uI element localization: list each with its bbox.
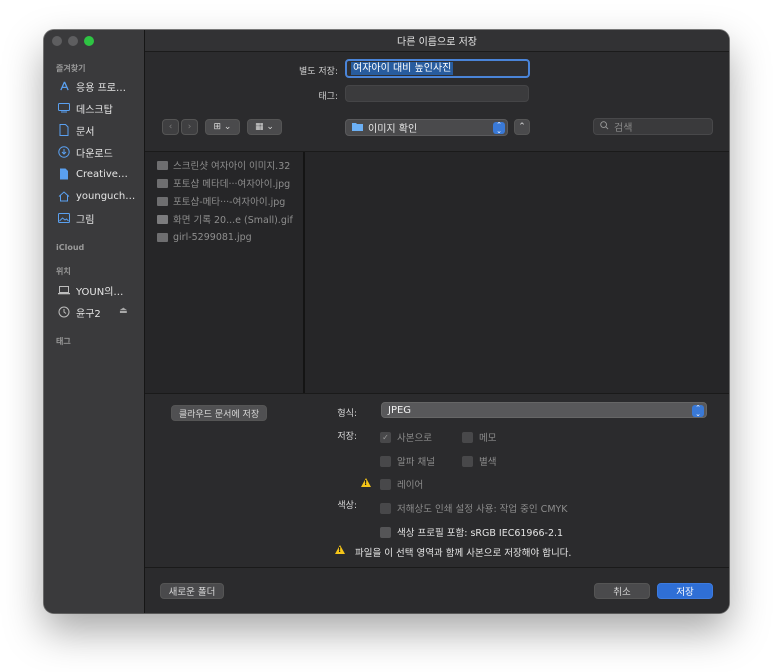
empty-column — [307, 152, 729, 393]
back-button[interactable]: ‹ — [162, 119, 179, 135]
search-field[interactable]: 검색 — [593, 118, 713, 135]
view-columns-button[interactable]: ⊞ ⌄ — [205, 119, 240, 135]
color-label: 색상: — [337, 501, 357, 511]
save-as-field[interactable]: 여자아이 대비 높인사진 — [345, 59, 530, 78]
spot-colors-checkbox[interactable]: 별색 — [462, 454, 496, 468]
sidebar-item-volume[interactable]: 윤구2 — [58, 303, 142, 321]
save-button[interactable]: 저장 — [657, 583, 713, 599]
warning-icon — [361, 478, 371, 487]
save-to-cloud-button[interactable]: 클라우드 문서에 저장 — [171, 405, 267, 421]
icc-profile-checkbox[interactable]: 색상 프로필 포함: sRGB IEC61966-2.1 — [380, 525, 563, 539]
tags-label: 태그: — [318, 92, 338, 102]
photo-icon — [58, 212, 70, 224]
sidebar-item-computer[interactable]: YOUN의… — [58, 281, 142, 299]
checkmark-icon: ✓ — [380, 431, 391, 443]
file-browser: 스크린샷 여자아이 이미지.32 포토샵 메타데···여자아이.jpg 포토샵-… — [145, 151, 729, 394]
zoom-window-button[interactable] — [84, 36, 94, 46]
image-file-icon — [157, 178, 168, 188]
sidebar-item-apps[interactable]: 응용 프로… — [58, 77, 142, 95]
apps-icon — [58, 80, 70, 92]
traffic-lights — [52, 36, 94, 46]
window-title: 다른 이름으로 저장 — [145, 30, 729, 52]
sidebar-item-downloads[interactable]: 다운로드 — [58, 143, 142, 161]
file-item[interactable]: 포토샵-메타···-여자아이.jpg — [157, 193, 302, 209]
dialog-footer: 새로운 폴더 취소 저장 — [145, 567, 729, 613]
sidebar-item-pictures[interactable]: 그림 — [58, 209, 142, 227]
as-copy-checkbox[interactable]: ✓ 사본으로 — [380, 430, 432, 444]
save-as-label: 별도 저장: — [298, 67, 338, 77]
tags-header: 태그 — [56, 337, 71, 346]
image-file-icon — [157, 160, 168, 170]
sidebar-item-documents[interactable]: 문서 — [58, 121, 142, 139]
file-item[interactable]: 화면 기록 20...e (Small).gif — [157, 211, 302, 227]
save-dialog-window: 즐겨찾기 응용 프로… 데스크탑 문서 다운로드 Creative… young… — [44, 30, 729, 613]
format-popup[interactable]: JPEG ⌃ ⌄ — [381, 402, 707, 418]
sidebar-item-home[interactable]: younguch… — [58, 187, 142, 205]
cancel-button[interactable]: 취소 — [594, 583, 650, 599]
expand-button[interactable]: ⌃ — [514, 119, 530, 135]
locations-header: 위치 — [56, 267, 71, 276]
image-file-icon — [157, 196, 168, 206]
location-value: 이미지 확인 — [368, 124, 418, 135]
file-item[interactable]: 포토샵 메타데···여자아이.jpg — [157, 175, 302, 191]
sidebar: 즐겨찾기 응용 프로… 데스크탑 문서 다운로드 Creative… young… — [44, 30, 145, 613]
tags-field[interactable] — [345, 85, 529, 102]
desktop-icon — [58, 102, 70, 114]
gif-file-icon — [157, 214, 168, 224]
file-item[interactable]: girl-5299081.jpg — [157, 229, 302, 245]
search-placeholder: 검색 — [614, 123, 633, 134]
file-column: 스크린샷 여자아이 이미지.32 포토샵 메타데···여자아이.jpg 포토샵-… — [145, 152, 305, 393]
image-file-icon — [157, 232, 168, 242]
save-as-value: 여자아이 대비 높인사진 — [351, 62, 454, 75]
new-folder-button[interactable]: 새로운 폴더 — [160, 583, 224, 599]
sidebar-item-desktop[interactable]: 데스크탑 — [58, 99, 142, 117]
download-icon — [58, 146, 70, 158]
chevron-updown-icon: ⌃ ⌄ — [692, 405, 704, 418]
icloud-header: iCloud — [56, 243, 85, 252]
warning-icon — [335, 545, 345, 554]
laptop-icon — [58, 284, 70, 296]
file-icon — [58, 168, 70, 180]
format-label: 형식: — [337, 409, 357, 419]
alpha-channels-checkbox[interactable]: 알파 채널 — [380, 454, 435, 468]
format-value: JPEG — [388, 404, 412, 416]
warning-message: 파일을 이 선택 영역과 함께 사본으로 저장해야 합니다. — [355, 548, 572, 559]
home-icon — [58, 190, 70, 202]
proof-setup-checkbox[interactable]: 저해상도 인쇄 설정 사용: 작업 중인 CMYK — [380, 501, 568, 515]
sidebar-item-creative[interactable]: Creative… — [58, 165, 142, 183]
layers-checkbox[interactable]: 레이어 — [380, 477, 423, 491]
clock-icon — [58, 306, 70, 318]
favorites-header: 즐겨찾기 — [56, 64, 86, 73]
document-icon — [58, 124, 70, 136]
notes-checkbox[interactable]: 메모 — [462, 430, 496, 444]
chevron-updown-icon: ⌃ ⌄ — [493, 122, 505, 135]
file-item[interactable]: 스크린샷 여자아이 이미지.32 — [157, 157, 302, 173]
forward-button[interactable]: › — [181, 119, 198, 135]
minimize-window-button[interactable] — [68, 36, 78, 46]
save-options-label: 저장: — [337, 432, 357, 442]
eject-icon[interactable]: ⏏ — [119, 306, 128, 316]
folder-icon — [352, 122, 363, 134]
main-panel: 다른 이름으로 저장 별도 저장: 여자아이 대비 높인사진 태그: ‹ › ⊞… — [145, 30, 729, 613]
location-popup[interactable]: 이미지 확인 ⌃ ⌄ — [345, 119, 508, 136]
search-icon — [600, 120, 609, 133]
view-grid-button[interactable]: ▦ ⌄ — [247, 119, 282, 135]
close-window-button[interactable] — [52, 36, 62, 46]
